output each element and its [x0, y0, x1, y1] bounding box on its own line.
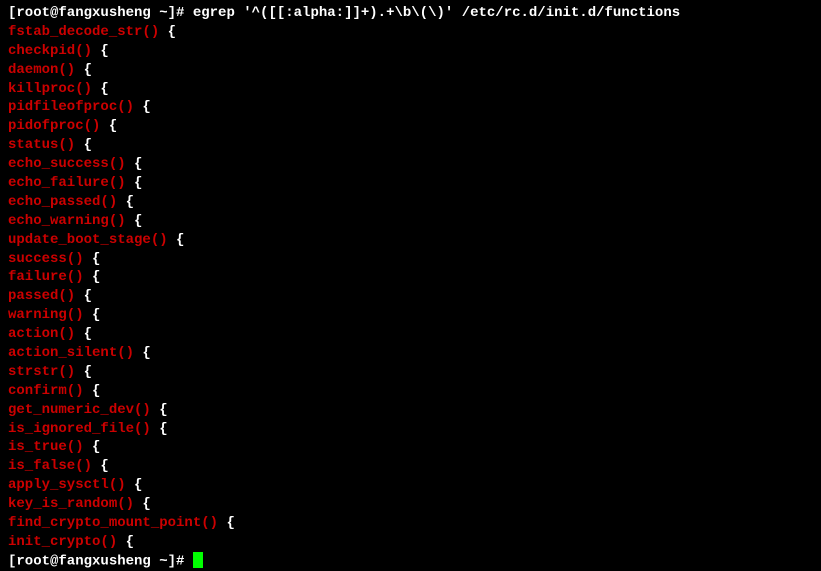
grep-suffix: {	[126, 156, 143, 172]
output-line: fstab_decode_str() {	[8, 23, 813, 42]
output-line: get_numeric_dev() {	[8, 401, 813, 420]
grep-match: strstr()	[8, 364, 75, 380]
grep-match: echo_success()	[8, 156, 126, 172]
output-line: echo_passed() {	[8, 193, 813, 212]
output-line: update_boot_stage() {	[8, 231, 813, 250]
grep-match: echo_warning()	[8, 213, 126, 229]
output-line: action_silent() {	[8, 344, 813, 363]
grep-suffix: {	[134, 496, 151, 512]
grep-match: daemon()	[8, 62, 75, 78]
grep-match: status()	[8, 137, 75, 153]
grep-suffix: {	[100, 118, 117, 134]
output-line: echo_failure() {	[8, 174, 813, 193]
output-line: status() {	[8, 136, 813, 155]
grep-match: checkpid()	[8, 43, 92, 59]
grep-match: warning()	[8, 307, 84, 323]
grep-suffix: {	[151, 402, 168, 418]
grep-suffix: {	[92, 81, 109, 97]
output-line: is_ignored_file() {	[8, 420, 813, 439]
grep-suffix: {	[134, 345, 151, 361]
output-line: echo_success() {	[8, 155, 813, 174]
grep-suffix: {	[92, 43, 109, 59]
output-line: failure() {	[8, 268, 813, 287]
output-line: warning() {	[8, 306, 813, 325]
output-line: is_false() {	[8, 457, 813, 476]
output-line: find_crypto_mount_point() {	[8, 514, 813, 533]
output-line: killproc() {	[8, 80, 813, 99]
grep-suffix: {	[75, 326, 92, 342]
grep-suffix: {	[75, 137, 92, 153]
output-line: success() {	[8, 250, 813, 269]
grep-match: confirm()	[8, 383, 84, 399]
grep-suffix: {	[117, 194, 134, 210]
grep-suffix: {	[117, 534, 134, 550]
cursor-block	[193, 552, 203, 568]
grep-suffix: {	[84, 307, 101, 323]
grep-suffix: {	[159, 24, 176, 40]
grep-suffix: {	[84, 383, 101, 399]
grep-match: get_numeric_dev()	[8, 402, 151, 418]
grep-match: find_crypto_mount_point()	[8, 515, 218, 531]
grep-suffix: {	[75, 62, 92, 78]
output-line: pidfileofproc() {	[8, 98, 813, 117]
grep-match: echo_passed()	[8, 194, 117, 210]
grep-suffix: {	[134, 99, 151, 115]
grep-match: action()	[8, 326, 75, 342]
command-text: egrep '^([[:alpha:]]+).+\b\(\)' /etc/rc.…	[193, 5, 680, 21]
grep-match: is_ignored_file()	[8, 421, 151, 437]
output-line: passed() {	[8, 287, 813, 306]
grep-match: apply_sysctl()	[8, 477, 126, 493]
output-line: pidofproc() {	[8, 117, 813, 136]
grep-match: pidfileofproc()	[8, 99, 134, 115]
grep-suffix: {	[168, 232, 185, 248]
grep-match: pidofproc()	[8, 118, 100, 134]
grep-suffix: {	[75, 364, 92, 380]
terminal-area[interactable]: [root@fangxusheng ~]# egrep '^([[:alpha:…	[8, 4, 813, 571]
shell-prompt: [root@fangxusheng ~]#	[8, 554, 193, 570]
grep-suffix: {	[218, 515, 235, 531]
grep-match: echo_failure()	[8, 175, 126, 191]
grep-match: action_silent()	[8, 345, 134, 361]
command-line: [root@fangxusheng ~]# egrep '^([[:alpha:…	[8, 4, 813, 23]
grep-match: is_true()	[8, 439, 84, 455]
output-line: strstr() {	[8, 363, 813, 382]
grep-match: init_crypto()	[8, 534, 117, 550]
output-line: is_true() {	[8, 438, 813, 457]
grep-suffix: {	[92, 458, 109, 474]
output-line: echo_warning() {	[8, 212, 813, 231]
grep-match: update_boot_stage()	[8, 232, 168, 248]
grep-suffix: {	[126, 477, 143, 493]
grep-suffix: {	[84, 269, 101, 285]
output-line: key_is_random() {	[8, 495, 813, 514]
next-prompt-line[interactable]: [root@fangxusheng ~]#	[8, 552, 813, 571]
grep-suffix: {	[126, 213, 143, 229]
grep-match: failure()	[8, 269, 84, 285]
output-line: confirm() {	[8, 382, 813, 401]
shell-prompt: [root@fangxusheng ~]#	[8, 5, 193, 21]
grep-match: key_is_random()	[8, 496, 134, 512]
grep-match: is_false()	[8, 458, 92, 474]
output-line: checkpid() {	[8, 42, 813, 61]
output-line: apply_sysctl() {	[8, 476, 813, 495]
grep-suffix: {	[75, 288, 92, 304]
command-output: fstab_decode_str() {checkpid() {daemon()…	[8, 23, 813, 552]
grep-suffix: {	[126, 175, 143, 191]
grep-suffix: {	[151, 421, 168, 437]
output-line: action() {	[8, 325, 813, 344]
grep-match: fstab_decode_str()	[8, 24, 159, 40]
grep-match: passed()	[8, 288, 75, 304]
output-line: daemon() {	[8, 61, 813, 80]
grep-match: success()	[8, 251, 84, 267]
grep-suffix: {	[84, 439, 101, 455]
grep-match: killproc()	[8, 81, 92, 97]
grep-suffix: {	[84, 251, 101, 267]
